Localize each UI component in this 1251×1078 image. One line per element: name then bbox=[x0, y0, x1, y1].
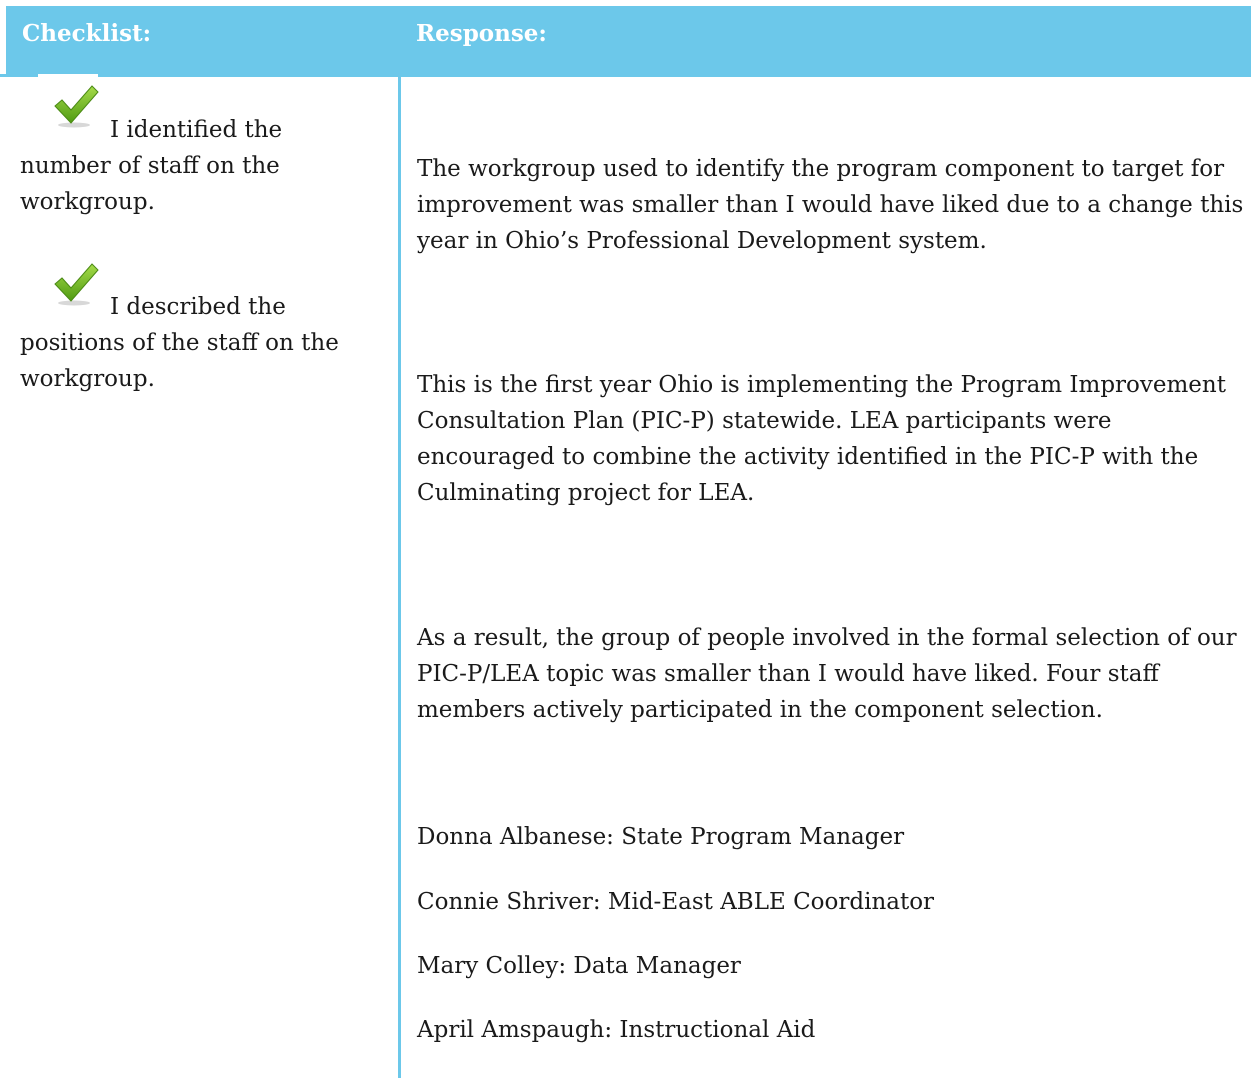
checklist-header: Checklist: bbox=[22, 20, 152, 47]
border-gap bbox=[38, 74, 98, 77]
checklist-item: I described the positions of the staff o… bbox=[20, 289, 380, 397]
checklist-item-rest: positions of the staff on the workgroup. bbox=[20, 330, 339, 392]
staff-list-item: Mary Colley: Data Manager bbox=[417, 953, 741, 979]
staff-list-item: Connie Shriver: Mid-East ABLE Coordinato… bbox=[417, 889, 935, 915]
row-border bbox=[0, 74, 1251, 77]
response-paragraph: As a result, the group of people involve… bbox=[417, 625, 1237, 723]
response-paragraph: This is the first year Ohio is implement… bbox=[417, 372, 1226, 506]
table-header: Checklist: Response: bbox=[6, 6, 1251, 74]
checklist-item: I identified the number of staff on the … bbox=[20, 112, 380, 220]
staff-list-item: Donna Albanese: State Program Manager bbox=[417, 824, 905, 850]
checklist-item-rest: number of staff on the workgroup. bbox=[20, 153, 280, 215]
staff-list-item: April Amspaugh: Instructional Aid bbox=[417, 1017, 816, 1043]
response-paragraph: The workgroup used to identify the progr… bbox=[417, 156, 1244, 254]
response-header: Response: bbox=[416, 20, 547, 47]
checklist-item-first-line: I described the bbox=[110, 294, 286, 320]
checklist-item-first-line: I identified the bbox=[110, 117, 283, 143]
column-divider bbox=[398, 74, 401, 1078]
